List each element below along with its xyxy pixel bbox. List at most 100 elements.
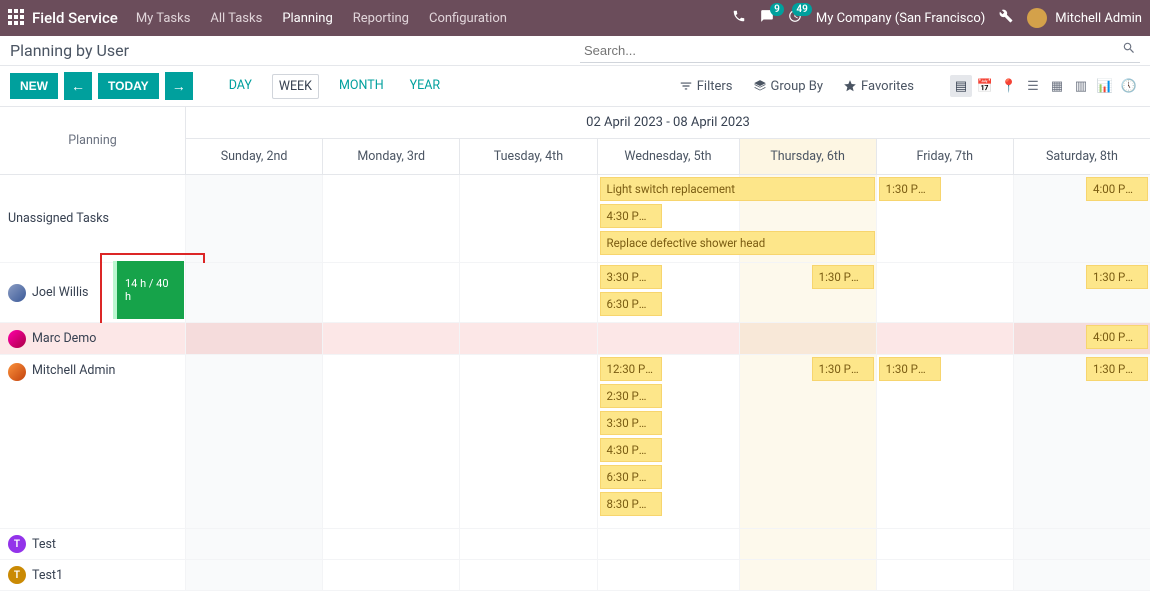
- nav-reporting[interactable]: Reporting: [353, 11, 409, 26]
- range-week[interactable]: WEEK: [272, 74, 319, 99]
- view-gantt-icon[interactable]: ▤: [950, 75, 972, 97]
- search-icon[interactable]: [1122, 41, 1136, 59]
- view-activity-icon[interactable]: 🕔: [1118, 75, 1140, 97]
- nav-configuration[interactable]: Configuration: [429, 11, 507, 26]
- row-unassigned-label[interactable]: Unassigned Tasks: [0, 175, 185, 263]
- task-unassigned-fri[interactable]: 1:30 PM - ...: [879, 177, 941, 201]
- cell-test-tue[interactable]: [459, 529, 596, 560]
- favorites-button[interactable]: Favorites: [843, 79, 914, 94]
- row-mitchell-label[interactable]: Mitchell Admin: [0, 355, 185, 529]
- cell-unassigned-wed[interactable]: Light switch replacement 4:30 PM - ... R…: [597, 175, 739, 263]
- view-list-icon[interactable]: ☰: [1022, 75, 1044, 97]
- apps-launcher-icon[interactable]: [8, 9, 26, 27]
- cell-mitchell-mon[interactable]: [322, 355, 459, 529]
- task-marc-sat[interactable]: 4:00 PM - ...: [1086, 325, 1148, 349]
- cell-marc-tue[interactable]: [459, 323, 596, 355]
- day-header-mon: Monday, 3rd: [322, 139, 459, 175]
- cell-test-mon[interactable]: [322, 529, 459, 560]
- next-button[interactable]: →: [165, 72, 193, 100]
- activity-icon[interactable]: 49: [788, 9, 802, 27]
- cell-marc-wed[interactable]: [597, 323, 739, 355]
- cell-marc-fri[interactable]: [876, 323, 1013, 355]
- cell-joel-mon[interactable]: [322, 263, 459, 323]
- cell-test-wed[interactable]: [597, 529, 739, 560]
- task-mitchell-wed-1[interactable]: 12:30 PM ...: [600, 357, 662, 381]
- view-map-icon[interactable]: 📍: [998, 75, 1020, 97]
- task-mitchell-wed-4[interactable]: 4:30 PM - ...: [600, 438, 662, 462]
- cell-mitchell-tue[interactable]: [459, 355, 596, 529]
- task-joel-wed-1[interactable]: 3:30 PM - ...: [600, 265, 662, 289]
- funnel-icon: [679, 79, 693, 93]
- cell-unassigned-fri[interactable]: 1:30 PM - ...: [876, 175, 1013, 263]
- task-light-switch[interactable]: Light switch replacement: [600, 177, 875, 201]
- task-mitchell-thu[interactable]: 1:30 PM - ...: [812, 357, 874, 381]
- cell-mitchell-thu[interactable]: 1:30 PM - ...: [739, 355, 876, 529]
- prev-button[interactable]: ←: [64, 72, 92, 100]
- view-graph-icon[interactable]: 📊: [1094, 75, 1116, 97]
- day-header-tue: Tuesday, 4th: [459, 139, 596, 175]
- view-calendar-icon[interactable]: 📅: [974, 75, 996, 97]
- company-selector[interactable]: My Company (San Francisco): [816, 11, 985, 26]
- capacity-badge-joel[interactable]: 14 h / 40 h: [113, 261, 184, 319]
- cell-mitchell-sun[interactable]: [185, 355, 322, 529]
- tools-icon[interactable]: [999, 9, 1013, 27]
- range-year[interactable]: YEAR: [404, 74, 446, 99]
- view-pivot-icon[interactable]: ▥: [1070, 75, 1092, 97]
- cell-marc-mon[interactable]: [322, 323, 459, 355]
- task-shower-head[interactable]: Replace defective shower head: [600, 231, 875, 255]
- user-menu[interactable]: Mitchell Admin: [1027, 8, 1142, 28]
- cell-unassigned-mon[interactable]: [322, 175, 459, 263]
- range-month[interactable]: MONTH: [333, 74, 390, 99]
- cell-test-sat[interactable]: [1013, 529, 1150, 560]
- task-mitchell-wed-3[interactable]: 3:30 PM - ...: [600, 411, 662, 435]
- search-input[interactable]: [580, 39, 1140, 63]
- cell-joel-thu[interactable]: 1:30 PM - ...: [739, 263, 876, 323]
- day-header-wed: Wednesday, 5th: [597, 139, 739, 175]
- task-unassigned-sat[interactable]: 4:00 PM - ...: [1086, 177, 1148, 201]
- cell-marc-sat[interactable]: 4:00 PM - ...: [1013, 323, 1150, 355]
- cell-joel-fri[interactable]: [876, 263, 1013, 323]
- task-joel-sat[interactable]: 1:30 PM - ...: [1086, 265, 1148, 289]
- activity-badge: 49: [792, 3, 811, 16]
- task-joel-wed-2[interactable]: 6:30 PM - ...: [600, 292, 662, 316]
- phone-icon[interactable]: [732, 9, 746, 27]
- cell-mitchell-fri[interactable]: 1:30 PM - ...: [876, 355, 1013, 529]
- task-unassigned-wed-2[interactable]: 4:30 PM - ...: [600, 204, 662, 228]
- filters-button[interactable]: Filters: [679, 79, 733, 94]
- task-mitchell-fri[interactable]: 1:30 PM - ...: [879, 357, 941, 381]
- cell-mitchell-wed[interactable]: 12:30 PM ... 2:30 PM - ... 3:30 PM - ...…: [597, 355, 739, 529]
- row-marc-label[interactable]: Marc Demo: [0, 323, 185, 355]
- cell-marc-sun[interactable]: [185, 323, 322, 355]
- task-mitchell-wed-2[interactable]: 2:30 PM - ...: [600, 384, 662, 408]
- cell-test-fri[interactable]: [876, 529, 1013, 560]
- cell-mitchell-sat[interactable]: 1:30 PM - ...: [1013, 355, 1150, 529]
- row-test-label[interactable]: T Test: [0, 529, 185, 560]
- row-joel-label[interactable]: Joel Willis 14 h / 40 h: [0, 263, 185, 323]
- cell-joel-sun[interactable]: [185, 263, 322, 323]
- messages-icon[interactable]: 9: [760, 9, 774, 27]
- avatar-joel: [8, 284, 26, 302]
- view-kanban-icon[interactable]: ▦: [1046, 75, 1068, 97]
- cell-joel-wed[interactable]: 3:30 PM - ... 6:30 PM - ...: [597, 263, 739, 323]
- nav-all-tasks[interactable]: All Tasks: [210, 11, 262, 26]
- avatar-mitchell: [8, 363, 26, 381]
- task-mitchell-sat[interactable]: 1:30 PM - ...: [1086, 357, 1148, 381]
- page-title: Planning by User: [10, 41, 129, 60]
- nav-my-tasks[interactable]: My Tasks: [136, 11, 191, 26]
- new-button[interactable]: NEW: [10, 73, 58, 99]
- groupby-button[interactable]: Group By: [753, 79, 824, 94]
- today-button[interactable]: TODAY: [98, 73, 159, 99]
- cell-unassigned-sat[interactable]: 4:00 PM - ...: [1013, 175, 1150, 263]
- cell-joel-sat[interactable]: 1:30 PM - ...: [1013, 263, 1150, 323]
- nav-planning[interactable]: Planning: [282, 11, 332, 26]
- cell-test-thu[interactable]: [739, 529, 876, 560]
- cell-marc-thu[interactable]: [739, 323, 876, 355]
- task-mitchell-wed-6[interactable]: 8:30 PM - ...: [600, 492, 662, 516]
- range-day[interactable]: DAY: [223, 74, 258, 99]
- cell-test-sun[interactable]: [185, 529, 322, 560]
- cell-unassigned-sun[interactable]: [185, 175, 322, 263]
- task-mitchell-wed-5[interactable]: 6:30 PM - ...: [600, 465, 662, 489]
- cell-joel-tue[interactable]: [459, 263, 596, 323]
- cell-unassigned-tue[interactable]: [459, 175, 596, 263]
- task-joel-thu[interactable]: 1:30 PM - ...: [812, 265, 874, 289]
